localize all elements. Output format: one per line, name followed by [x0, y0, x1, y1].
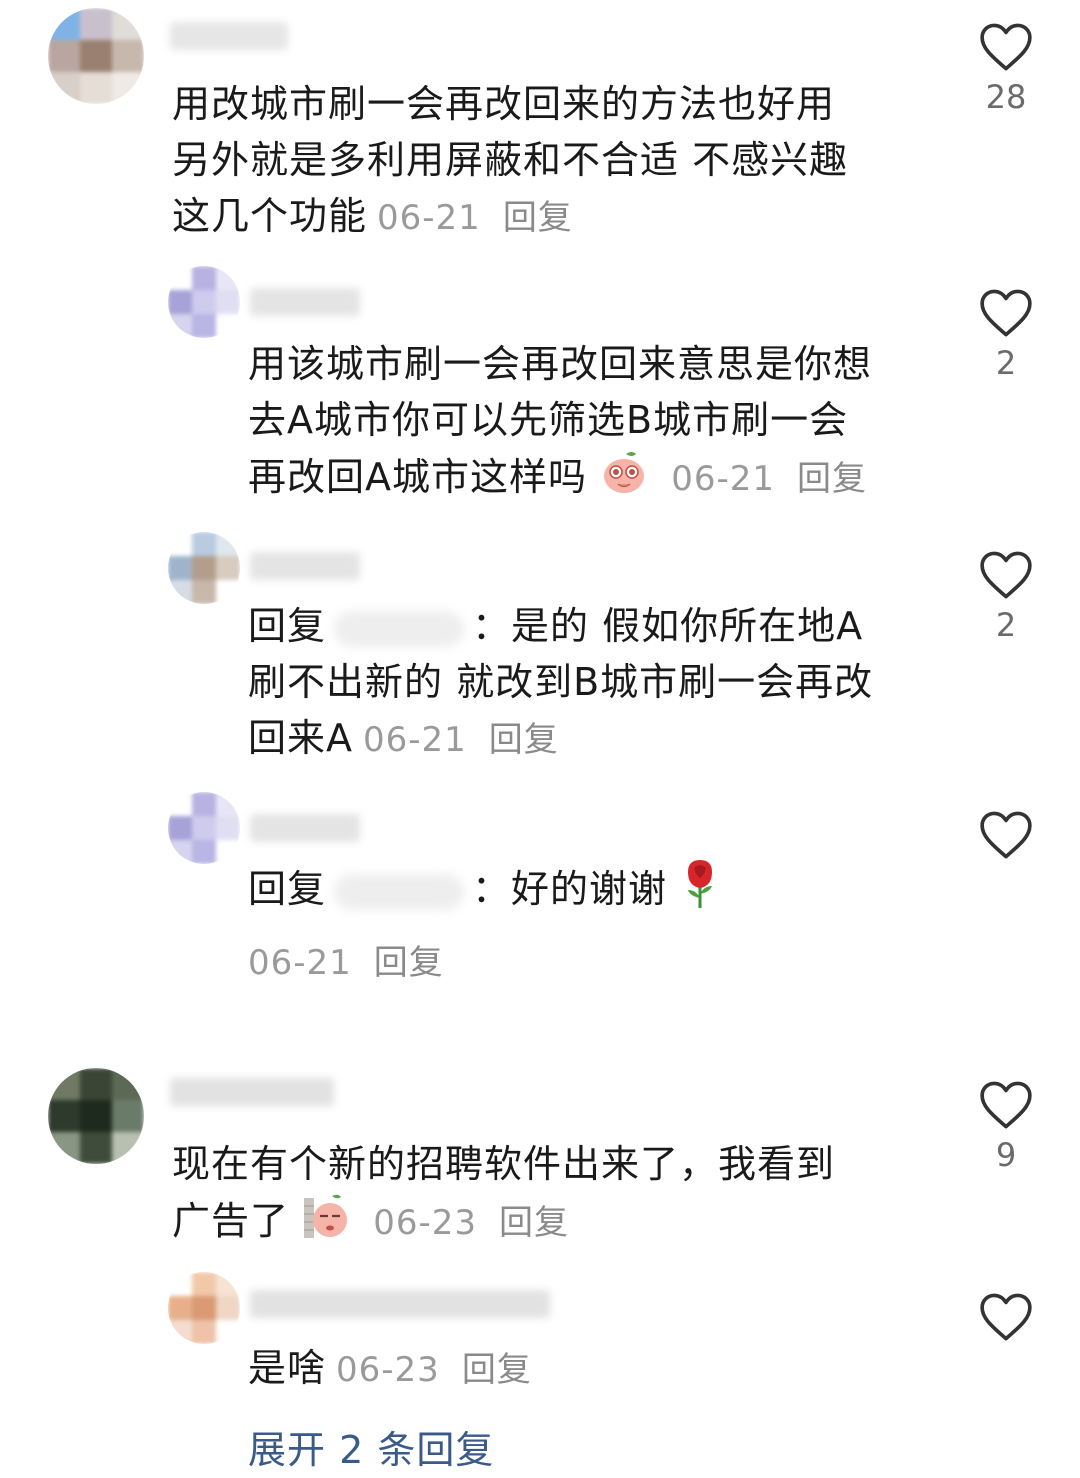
- username-blurred[interactable]: [250, 288, 360, 316]
- like-button[interactable]: 9: [978, 1080, 1034, 1174]
- heart-outline-icon: [980, 289, 1032, 337]
- reply-button[interactable]: 回复: [797, 459, 867, 499]
- mentioned-user-blurred[interactable]: [334, 610, 465, 647]
- comment-text: 现在有个新的招聘软件出来了，我看到 广告了 06-23 回复: [172, 1136, 835, 1255]
- heart-outline-icon: [980, 811, 1032, 859]
- mentioned-user-blurred[interactable]: [334, 873, 465, 910]
- like-count: 9: [995, 1136, 1017, 1174]
- comment-date: 06-21: [377, 198, 481, 238]
- comment-text: 回复 ：是的 假如你所在地A 刷不出新的 就改到B城市刷一会再改 回来A 06-21…: [248, 604, 874, 760]
- comment-text: 用改城市刷一会再改回来的方法也好用 另外就是多利用屏蔽和不合适 不感兴趣 这几个…: [172, 82, 849, 238]
- username-blurred[interactable]: [250, 814, 360, 842]
- like-button[interactable]: [978, 810, 1034, 866]
- reply-button[interactable]: 回复: [499, 1203, 569, 1243]
- reply-prefix: 回复: [248, 604, 327, 648]
- avatar[interactable]: [168, 266, 240, 338]
- like-count: 2: [995, 344, 1017, 382]
- reply-button[interactable]: 回复: [503, 198, 573, 238]
- heart-outline-icon: [980, 551, 1032, 599]
- avatar[interactable]: [168, 532, 240, 604]
- comment-text: 用该城市刷一会再改回来意思是你想 去A城市你可以先筛选B城市刷一会 再改回A城市…: [248, 336, 872, 511]
- heart-outline-icon: [980, 1293, 1032, 1341]
- like-count: 2: [995, 606, 1017, 644]
- like-button[interactable]: [978, 1292, 1034, 1348]
- comment-date: 06-21: [248, 943, 352, 983]
- heart-outline-icon: [980, 1081, 1032, 1129]
- avatar[interactable]: [48, 8, 144, 104]
- comment-text: 是啥 06-23 回复: [248, 1346, 532, 1390]
- like-button[interactable]: 2: [978, 550, 1034, 644]
- avatar[interactable]: [48, 1068, 144, 1164]
- expand-replies-link[interactable]: 展开 2 条回复: [248, 1422, 494, 1478]
- reply-button[interactable]: 回复: [462, 1350, 532, 1390]
- comment-date: 06-23: [373, 1203, 477, 1243]
- reply-prefix: 回复: [248, 867, 327, 911]
- comment-date: 06-21: [363, 720, 467, 760]
- username-blurred[interactable]: [250, 1290, 550, 1318]
- heart-outline-icon: [980, 23, 1032, 71]
- avatar[interactable]: [168, 792, 240, 864]
- like-button[interactable]: 28: [978, 22, 1034, 116]
- comment-date: 06-21: [671, 459, 775, 499]
- username-blurred[interactable]: [250, 552, 360, 580]
- reply-button[interactable]: 回复: [374, 943, 444, 983]
- comment-date: 06-23: [336, 1350, 440, 1390]
- like-count: 28: [985, 78, 1027, 116]
- peach-peek-emoji: [302, 1192, 350, 1255]
- peach-pleading-emoji: [600, 448, 648, 511]
- reply-button[interactable]: 回复: [489, 720, 559, 760]
- rose-emoji: [680, 858, 720, 925]
- username-blurred[interactable]: [170, 1078, 334, 1106]
- username-blurred[interactable]: [170, 22, 288, 50]
- comment-text: 回复 ：好的谢谢 06-21 回复: [248, 858, 720, 991]
- like-button[interactable]: 2: [978, 288, 1034, 382]
- avatar[interactable]: [168, 1272, 240, 1344]
